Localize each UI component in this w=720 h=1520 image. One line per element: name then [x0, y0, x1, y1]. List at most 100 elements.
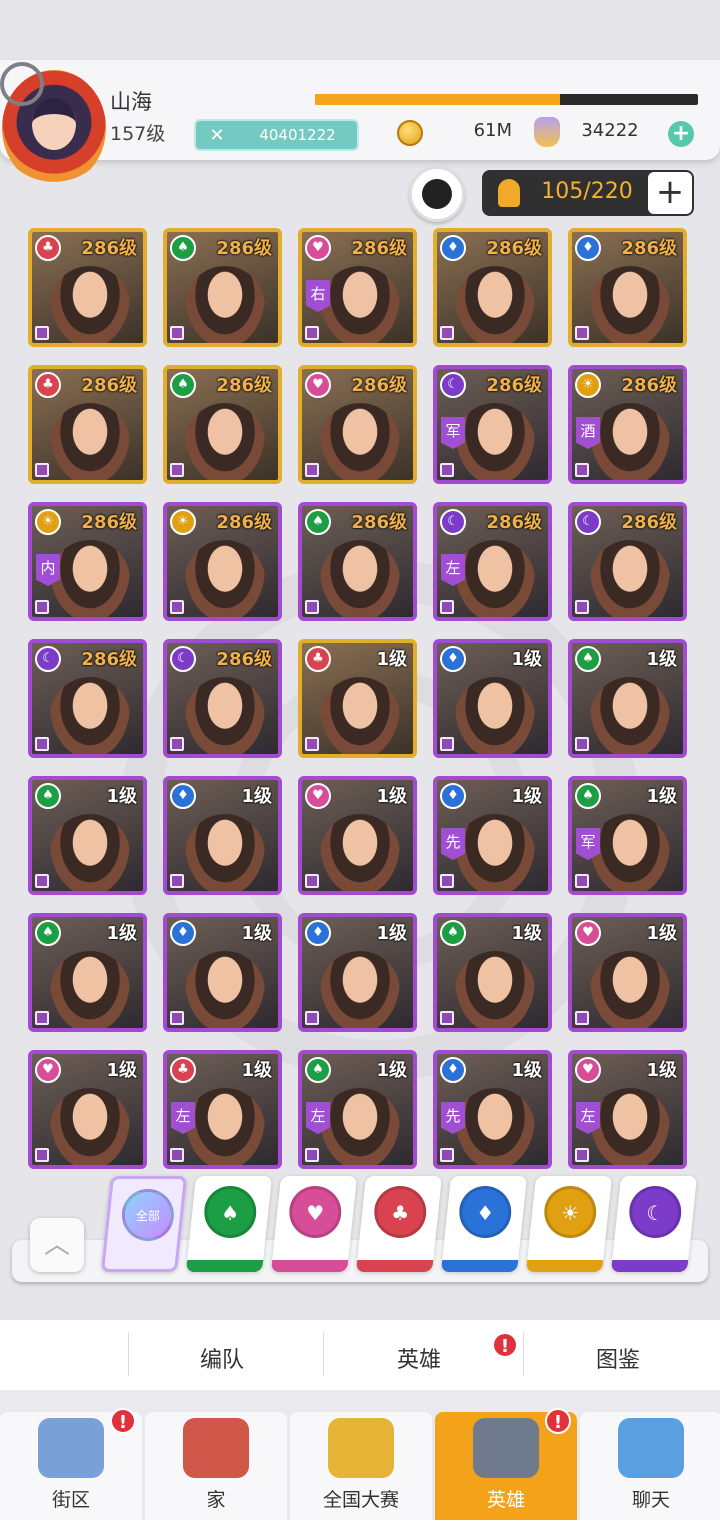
hero-filter-role-button[interactable]: [409, 166, 465, 222]
nav-signpost[interactable]: 街区!: [0, 1408, 142, 1520]
hero-card[interactable]: ♠ 1级: [28, 913, 147, 1032]
hero-cards-icon: [473, 1418, 539, 1478]
hero-card[interactable]: ☀ 286级: [163, 502, 282, 621]
blue-suit-icon: ♦: [440, 646, 466, 672]
filter-tab-all[interactable]: 全部: [100, 1176, 188, 1272]
yellow-suit-icon: ☀: [35, 509, 61, 535]
nav-chat-bubble[interactable]: 聊天: [580, 1412, 720, 1520]
hero-card[interactable]: ♦ 1级: [433, 639, 552, 758]
red-suit-icon: ♣: [170, 1057, 196, 1083]
hero-card[interactable]: ☾ 286级: [568, 502, 687, 621]
hero-card[interactable]: ♠ 286级: [163, 365, 282, 484]
filter-tab-blue[interactable]: ♦: [440, 1176, 528, 1272]
hero-card[interactable]: ♦ 1级先: [433, 776, 552, 895]
pink-suit-icon: ♥: [575, 920, 601, 946]
hero-card[interactable]: ☾ 286级左: [433, 502, 552, 621]
hero-card[interactable]: ♦ 286级: [568, 228, 687, 347]
hero-level: 286级: [216, 512, 272, 533]
hero-card[interactable]: ♥ 1级: [28, 1050, 147, 1169]
hero-card[interactable]: ♠ 286级: [163, 228, 282, 347]
select-checkbox-icon: [170, 1011, 184, 1025]
tab-formation[interactable]: 编队: [200, 1342, 244, 1374]
hero-portrait: [50, 266, 130, 343]
hero-level: 1级: [241, 1060, 272, 1081]
hero-level: 286级: [81, 375, 137, 396]
hero-card[interactable]: ♠ 286级: [298, 502, 417, 621]
hero-card[interactable]: ♠ 1级军: [568, 776, 687, 895]
filter-tab-purple[interactable]: ☾: [610, 1176, 698, 1272]
expand-capacity-button[interactable]: +: [648, 172, 692, 214]
capacity-value: 105/220: [541, 179, 633, 204]
hero-card[interactable]: ♥ 1级左: [568, 1050, 687, 1169]
filter-tab-red[interactable]: ♣: [355, 1176, 443, 1272]
crossed-swords-icon: ✕: [209, 124, 225, 146]
hero-portrait: [320, 951, 400, 1028]
select-checkbox-icon: [575, 600, 589, 614]
hero-card[interactable]: ♦ 1级先: [433, 1050, 552, 1169]
nav-label: 英雄: [486, 1489, 525, 1511]
add-gems-button[interactable]: +: [668, 121, 694, 147]
hero-portrait: [590, 951, 670, 1028]
hero-card[interactable]: ♠ 1级左: [298, 1050, 417, 1169]
red-suit-icon: ♣: [35, 372, 61, 398]
filter-tab-pink[interactable]: ♥: [270, 1176, 358, 1272]
select-checkbox-icon: [440, 326, 454, 340]
hero-portrait: [320, 1088, 400, 1165]
hero-card[interactable]: ☾ 286级: [163, 639, 282, 758]
yellow-suit-icon: ☀: [544, 1186, 597, 1238]
hero-card[interactable]: ♠ 1级: [433, 913, 552, 1032]
hero-card[interactable]: ♥ 286级右: [298, 228, 417, 347]
tab-codex[interactable]: 图鉴: [596, 1342, 640, 1374]
green-suit-icon: ♠: [204, 1186, 257, 1238]
hero-level: 1级: [241, 786, 272, 807]
filter-color-band: [610, 1260, 689, 1272]
hero-card[interactable]: ☾ 286级: [28, 639, 147, 758]
hero-card[interactable]: ♦ 1级: [298, 913, 417, 1032]
nav-hero-cards[interactable]: 英雄!: [435, 1408, 577, 1520]
purple-suit-icon: ☾: [440, 509, 466, 535]
hero-card[interactable]: ♣ 286级: [28, 228, 147, 347]
select-checkbox-icon: [575, 326, 589, 340]
hero-card[interactable]: ♠ 1级: [28, 776, 147, 895]
hero-card[interactable]: ♠ 1级: [568, 639, 687, 758]
nav-house[interactable]: 家: [145, 1412, 287, 1520]
hero-role-tag: 左: [171, 1102, 195, 1134]
hero-card[interactable]: ♣ 286级: [28, 365, 147, 484]
pink-suit-icon: ♥: [305, 783, 331, 809]
hero-portrait: [590, 1088, 670, 1165]
nav-trophy[interactable]: 全国大赛: [290, 1412, 432, 1520]
select-checkbox-icon: [35, 326, 49, 340]
hero-card[interactable]: ♦ 286级: [433, 228, 552, 347]
filter-tab-green[interactable]: ♠: [185, 1176, 273, 1272]
hero-card[interactable]: ☾ 286级军: [433, 365, 552, 484]
hero-level: 286级: [216, 375, 272, 396]
bottom-navigation: 街区! 家 全国大赛 英雄! 聊天: [0, 1390, 720, 1520]
hero-level: 1级: [646, 1060, 677, 1081]
hero-card[interactable]: ♥ 286级: [298, 365, 417, 484]
hero-card[interactable]: ♦ 1级: [163, 776, 282, 895]
hero-portrait: [320, 540, 400, 617]
hero-card[interactable]: ♣ 1级: [298, 639, 417, 758]
hero-card[interactable]: ♦ 1级: [163, 913, 282, 1032]
hero-level: 1级: [106, 786, 137, 807]
tab-heroes[interactable]: 英雄: [397, 1342, 441, 1374]
blue-suit-icon: ♦: [459, 1186, 512, 1238]
hero-card[interactable]: ☀ 286级内: [28, 502, 147, 621]
hero-card[interactable]: ♣ 1级左: [163, 1050, 282, 1169]
hero-grid: ♣ 286级 ♠ 286级 ♥ 286级右 ♦ 286级 ♦ 286级 ♣ 286级 ♠ 286级 ♥ 286…: [28, 228, 688, 1172]
select-checkbox-icon: [170, 463, 184, 477]
hero-card[interactable]: ♥ 1级: [568, 913, 687, 1032]
scroll-up-button[interactable]: ︿: [30, 1218, 84, 1272]
hero-portrait: [320, 266, 400, 343]
hero-card[interactable]: ☀ 286级酒: [568, 365, 687, 484]
hero-portrait: [185, 951, 265, 1028]
select-checkbox-icon: [170, 737, 184, 751]
hero-card[interactable]: ♥ 1级: [298, 776, 417, 895]
cards-icon: 全部: [121, 1189, 174, 1241]
nav-label: 街区: [51, 1489, 90, 1511]
settings-ring-icon[interactable]: [0, 62, 44, 106]
hero-level: 286级: [486, 512, 542, 533]
filter-color-band: [525, 1260, 604, 1272]
chat-bubble-icon: [618, 1418, 684, 1478]
filter-tab-yellow[interactable]: ☀: [525, 1176, 613, 1272]
